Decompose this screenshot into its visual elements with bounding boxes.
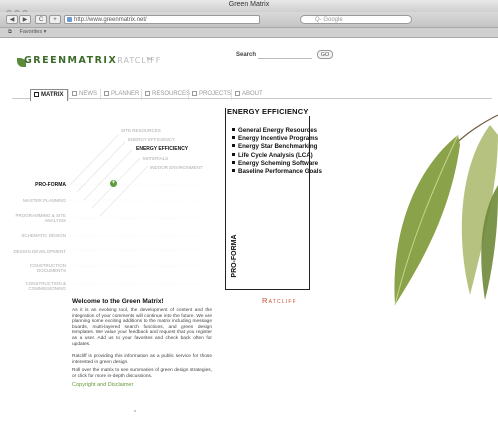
nav-tab-label: PLANNER [111, 91, 140, 97]
site-search-input[interactable] [258, 54, 312, 59]
matrix-row-construction-commissioning[interactable]: CONSTRUCTION & COMMISSIONING [2, 281, 67, 291]
matrix-col-materials[interactable]: MATERIALS [143, 156, 168, 161]
panel-resource-item[interactable]: General Energy Resources [232, 127, 322, 135]
reload-button[interactable]: C [35, 15, 47, 24]
browser-toolbar: ◀ ▶ C + http://www.greenmatrix.net/ Q- G… [0, 12, 498, 28]
logo-suffix: RATCLIFF [117, 56, 162, 65]
nav-tab-about[interactable]: ABOUT [231, 89, 266, 100]
browser-search-placeholder: Q- Google [315, 17, 343, 23]
logo-brand: GREENMATRIX [24, 55, 118, 66]
site-favicon-icon [67, 17, 72, 22]
panel-resource-item[interactable]: Energy Scheming Software [232, 160, 322, 168]
url-text: http://www.greenmatrix.net/ [74, 17, 147, 23]
matrix-col-energy-efficiency-faded[interactable]: ENERGY EFFICIENCY [128, 137, 175, 142]
nav-tab-planner[interactable]: PLANNER [100, 89, 142, 100]
add-bookmark-button[interactable]: + [49, 15, 61, 24]
panel-resource-item[interactable]: Energy Incentive Programs [232, 135, 322, 143]
browser-search-field[interactable]: Q- Google [300, 15, 412, 24]
matrix-row-construction-documents[interactable]: CONSTRUCTION DOCUMENTS [6, 263, 66, 273]
panel-side-label: PRO-FORMA [231, 234, 238, 278]
panel-resource-label: Baseline Performance Goals [238, 168, 322, 176]
nav-tab-icon [235, 91, 240, 96]
panel-resource-label: Energy Incentive Programs [238, 135, 319, 143]
bookmarks-icon[interactable]: ⧉ [8, 29, 12, 35]
matrix-row-master-planning[interactable]: MASTER PLANNING [6, 198, 66, 203]
bullet-icon [232, 136, 235, 140]
copyright-disclaimer-link[interactable]: Copyright and Disclaimer [72, 382, 133, 388]
window-title: Green Matrix [228, 1, 270, 8]
welcome-paragraph-2: Ratcliff is providing this information a… [72, 354, 212, 365]
nav-tab-icon [104, 91, 109, 96]
nav-tab-icon [145, 91, 150, 96]
matrix-row-design-development[interactable]: DESIGN DEVELOPMENT [2, 249, 66, 254]
matrix-row-schematic-design[interactable]: SCHEMATIC DESIGN [6, 233, 66, 238]
nav-tab-label: RESOURCES [152, 91, 191, 97]
nav-tab-news[interactable]: NEWS [68, 89, 100, 100]
matrix-col-indoor-environment[interactable]: INDOOR ENVIRONMENT [150, 165, 203, 170]
address-bar[interactable]: http://www.greenmatrix.net/ [64, 15, 260, 24]
panel-resource-label: Energy Scheming Software [238, 159, 319, 167]
bullet-icon [232, 169, 235, 173]
bullet-icon [232, 160, 235, 164]
nav-tab-label: ABOUT [242, 91, 263, 97]
panel-resource-label: Life Cycle Analysis (LCA) [238, 151, 313, 159]
nav-tab-icon [72, 91, 77, 96]
welcome-title: Welcome to the Green Matrix! [72, 298, 164, 305]
trademark-mark: TM [146, 56, 152, 61]
panel-resource-label: Energy Star Benchmarking [238, 143, 318, 151]
panel-resource-item[interactable]: Energy Star Benchmarking [232, 143, 322, 151]
panel-resource-item[interactable]: Baseline Performance Goals [232, 168, 322, 176]
welcome-paragraph-3: Roll over the matrix to see summaries of… [72, 368, 212, 379]
bullet-icon [232, 128, 235, 131]
leaf-image [394, 114, 498, 306]
panel-resource-label: General Energy Resources [238, 127, 318, 134]
bookmarks-bar: ⧉ Favorites ▾ [0, 28, 498, 38]
site-search-label: Search [236, 52, 257, 58]
nav-tab-label: NEWS [79, 91, 97, 97]
page-dot [134, 410, 136, 412]
nav-tab-label: PROJECTS [199, 91, 232, 97]
bullet-icon [232, 144, 235, 148]
panel-title: ENERGY EFFICIENCY [226, 107, 311, 116]
nav-tab-icon [192, 91, 197, 96]
matrix-row-programming[interactable]: PROGRAMMING & SITE ANALYSIS [6, 213, 66, 223]
panel-resource-item[interactable]: Life Cycle Analysis (LCA) [232, 152, 322, 160]
nav-tab-resources[interactable]: RESOURCES [141, 89, 193, 100]
ratcliff-credit[interactable]: Ratcliff [262, 296, 297, 305]
matrix-row-pro-forma[interactable]: PRO-FORMA [10, 182, 66, 188]
matrix-cell-plus-icon[interactable]: + [110, 180, 117, 187]
back-button[interactable]: ◀ [6, 15, 18, 24]
nav-tab-matrix[interactable]: MATRIX [30, 89, 68, 101]
forward-button[interactable]: ▶ [19, 15, 31, 24]
matrix-col-site-resources[interactable]: SITE RESOURCES [121, 128, 161, 133]
matrix-col-energy-efficiency[interactable]: ENERGY EFFICIENCY [136, 146, 188, 152]
panel-resource-list: General Energy Resources Energy Incentive… [232, 127, 322, 176]
bullet-icon [232, 152, 235, 156]
search-go-button[interactable]: GO [317, 50, 333, 59]
nav-tab-projects[interactable]: PROJECTS [188, 89, 234, 100]
nav-tab-label: MATRIX [41, 92, 64, 98]
nav-tab-icon [34, 92, 39, 97]
site-logo[interactable]: GREENMATRIXRATCLIFF [24, 55, 161, 66]
favorites-menu[interactable]: Favorites ▾ [19, 29, 46, 35]
welcome-paragraph-1: As it is an evolving tool, the developme… [72, 308, 212, 347]
